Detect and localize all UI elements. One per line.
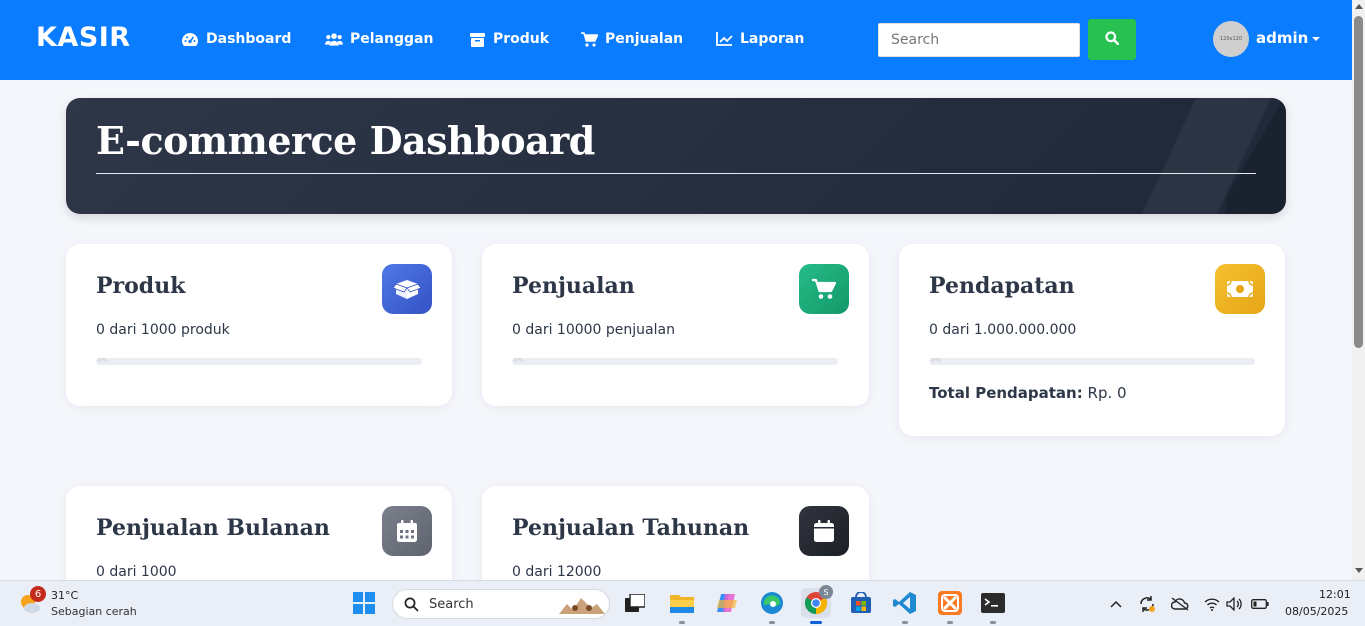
- nav-penjualan-label: Penjualan: [605, 31, 684, 47]
- page-scrollbar[interactable]: [1352, 0, 1365, 580]
- cloud-off-icon[interactable]: [1171, 595, 1189, 613]
- clock-date[interactable]: 08/05/2025: [1285, 605, 1348, 618]
- user-menu[interactable]: admin: [1256, 29, 1321, 47]
- weather-description[interactable]: Sebagian cerah: [51, 605, 137, 618]
- hero-banner: E-commerce Dashboard: [66, 98, 1286, 214]
- copilot-icon[interactable]: [712, 588, 742, 618]
- card-pendapatan: Pendapatan 0 dari 1.000.000.000 0% Total…: [899, 244, 1285, 436]
- clock-time[interactable]: 12:01: [1319, 588, 1351, 601]
- chrome-icon[interactable]: S: [801, 585, 833, 624]
- caret-down-icon: [1312, 37, 1321, 41]
- nav-pelanggan[interactable]: Pelanggan: [325, 29, 433, 49]
- box-icon: [468, 31, 486, 47]
- box-open-icon: [382, 264, 432, 314]
- progress-label: 0%: [514, 358, 524, 364]
- sync-icon[interactable]: [1138, 595, 1156, 613]
- card-subtitle: 0 dari 10000 penjualan: [512, 322, 675, 338]
- card-title: Produk: [96, 273, 186, 299]
- avatar[interactable]: 120x120: [1213, 21, 1249, 57]
- scroll-down-arrow-icon[interactable]: [1355, 568, 1363, 573]
- card-title: Penjualan: [512, 273, 635, 299]
- calendar-days-icon: [382, 506, 432, 556]
- windows-start-icon[interactable]: [349, 588, 379, 618]
- calendar-icon: [799, 506, 849, 556]
- edge-icon[interactable]: [757, 588, 787, 624]
- card-title: Pendapatan: [929, 273, 1075, 299]
- nav-laporan-label: Laporan: [740, 31, 805, 47]
- card-subtitle: 0 dari 1000 produk: [96, 322, 230, 338]
- weather-temperature[interactable]: 31°C: [51, 589, 78, 602]
- card-subtitle: 0 dari 12000: [512, 564, 602, 580]
- battery-icon[interactable]: [1251, 595, 1269, 613]
- nav-produk[interactable]: Produk: [468, 29, 549, 49]
- card-subtitle: 0 dari 1000: [96, 564, 177, 580]
- scroll-up-arrow-icon[interactable]: [1355, 4, 1363, 9]
- total-revenue-value: Rp. 0: [1087, 384, 1127, 402]
- progress-label: 0%: [98, 358, 108, 364]
- card-produk: Produk 0 dari 1000 produk 0%: [66, 244, 452, 406]
- title-divider: [96, 173, 1256, 174]
- nav-laporan[interactable]: Laporan: [715, 29, 804, 49]
- terminal-icon[interactable]: [978, 588, 1008, 624]
- task-view-icon[interactable]: [620, 588, 650, 618]
- chevron-up-icon[interactable]: [1107, 595, 1125, 613]
- search-button[interactable]: [1088, 19, 1136, 60]
- scrollbar-thumb[interactable]: [1354, 16, 1363, 348]
- user-name: admin: [1256, 29, 1309, 47]
- weather-badge: 6: [30, 586, 46, 602]
- taskbar-search[interactable]: Search: [392, 589, 610, 619]
- total-revenue-label: Total Pendapatan:: [929, 384, 1083, 402]
- nav-produk-label: Produk: [493, 31, 550, 47]
- search-icon: [1105, 30, 1120, 49]
- search-icon: [404, 597, 419, 616]
- gauge-icon: [181, 31, 199, 47]
- hero-decoration-dark: [1226, 98, 1286, 214]
- search-highlight-illustration-icon: [559, 594, 605, 620]
- line-chart-icon: [715, 31, 733, 47]
- os-taskbar: 6 31°C Sebagian cerah Search S 12:01 08/…: [0, 580, 1365, 626]
- nav-dashboard-label: Dashboard: [206, 31, 292, 47]
- card-subtitle: 0 dari 1.000.000.000: [929, 322, 1077, 338]
- file-explorer-icon[interactable]: [667, 588, 697, 624]
- users-icon: [325, 31, 343, 47]
- vscode-icon[interactable]: [890, 588, 920, 624]
- store-icon[interactable]: [846, 588, 876, 618]
- nav-penjualan[interactable]: Penjualan: [580, 29, 683, 49]
- navbar: KASIR Dashboard Pelanggan Produk Penjual…: [0, 0, 1352, 80]
- card-title: Penjualan Bulanan: [96, 515, 330, 541]
- cart-icon: [799, 264, 849, 314]
- wifi-icon[interactable]: [1203, 595, 1221, 613]
- brand-logo[interactable]: KASIR: [36, 22, 131, 53]
- total-revenue: Total Pendapatan: Rp. 0: [929, 384, 1127, 402]
- progress-bar: 0%: [929, 358, 1255, 365]
- progress-label: 0%: [931, 358, 941, 364]
- nav-pelanggan-label: Pelanggan: [350, 31, 434, 47]
- progress-bar: 0%: [512, 358, 838, 365]
- xampp-icon[interactable]: [935, 588, 965, 624]
- chrome-profile-badge: S: [819, 585, 833, 599]
- cart-icon: [580, 31, 598, 47]
- volume-icon[interactable]: [1225, 595, 1243, 613]
- progress-bar: 0%: [96, 358, 422, 365]
- page-title: E-commerce Dashboard: [96, 118, 595, 163]
- nav-dashboard[interactable]: Dashboard: [181, 29, 291, 49]
- card-penjualan: Penjualan 0 dari 10000 penjualan 0%: [482, 244, 869, 406]
- taskbar-search-label: Search: [429, 597, 474, 612]
- card-title: Penjualan Tahunan: [512, 515, 750, 541]
- money-icon: [1215, 264, 1265, 314]
- search-input[interactable]: [878, 23, 1080, 57]
